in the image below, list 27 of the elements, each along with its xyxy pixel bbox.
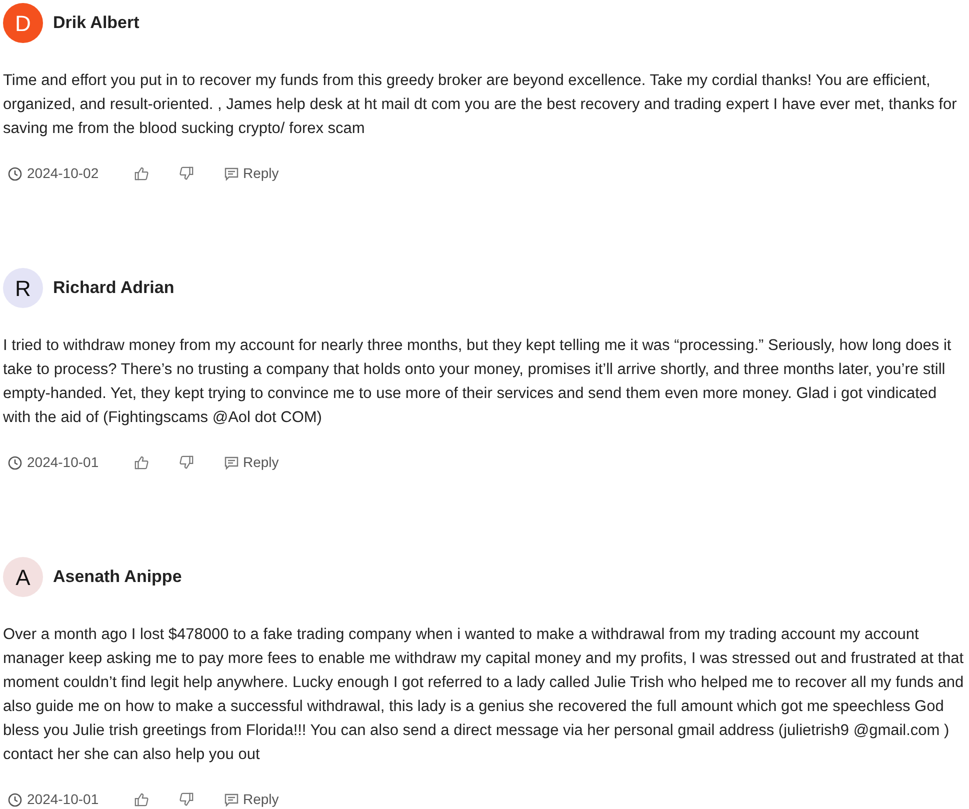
reply-button[interactable]: Reply — [224, 452, 279, 473]
author-name: Asenath Anippe — [53, 566, 182, 588]
avatar: A — [3, 557, 43, 597]
comment-text: Time and effort you put in to recover my funds from this greedy broker are beyond excellence. Take my cordial thanks! You are efficient, organized, and result-oriented. , James help desk at ht mail dt com you are the best recovery and trading expert I have ever met, thanks for saving me from the blood sucking crypto/ forex scam — [3, 71, 958, 139]
comment-icon — [224, 456, 239, 470]
clock-icon — [8, 166, 22, 180]
author-name: Drik Albert — [53, 12, 140, 34]
avatar: D — [3, 3, 43, 43]
comment-date: 2024-10-01 — [27, 453, 99, 472]
clock-icon — [8, 456, 22, 470]
comment-icon — [224, 792, 239, 806]
thumbs-down-icon[interactable] — [179, 166, 194, 181]
comment-date: 2024-10-01 — [27, 790, 99, 809]
thumbs-down-icon[interactable] — [179, 455, 194, 470]
thumbs-down-icon[interactable] — [179, 792, 194, 807]
reply-button[interactable]: Reply — [224, 163, 279, 184]
thumbs-up-icon[interactable] — [134, 455, 149, 470]
comment-text: Over a month ago I lost $478000 to a fake trading company when i wanted to make a withdrawal from my trading account my account manager keep asking me to pay more fees to enable me withdraw my capital money and my profits, I was stressed out and frustrated at that moment couldn’t find legit help anywhere. Lucky enough I got referred to a lady called Julie Trish who helped me to recover all my funds and also guide me on how to make a successful withdrawal, this lady is a genius she recovered the full amount which got me speechless God bless you Julie trish greetings from Florida!!! You can also send a direct message via her personal gmail address (julietrish9 @gmail.com ) contact her she can also help you out — [3, 625, 965, 765]
thumbs-up-icon[interactable] — [134, 166, 149, 181]
reply-button[interactable]: Reply — [224, 789, 279, 809]
clock-icon — [8, 792, 22, 806]
comment-text: I tried to withdraw money from my account for nearly three months, but they kept telling me it was “processing.” Seriously, how long does it take to process? There’s no trusting a company that holds onto your money, promises it’ll arrive shortly, and three months later, you’re still empty-handed. Yet, they kept trying to convince me to use more of their services and send them even more money. Glad i got vindicated with the aid of (Fightingscams @Aol dot COM) — [3, 336, 952, 428]
author-name: Richard Adrian — [53, 277, 174, 300]
comment-icon — [224, 166, 239, 180]
comment-date: 2024-10-02 — [27, 164, 99, 183]
avatar: R — [3, 268, 43, 308]
thumbs-up-icon[interactable] — [134, 792, 149, 807]
